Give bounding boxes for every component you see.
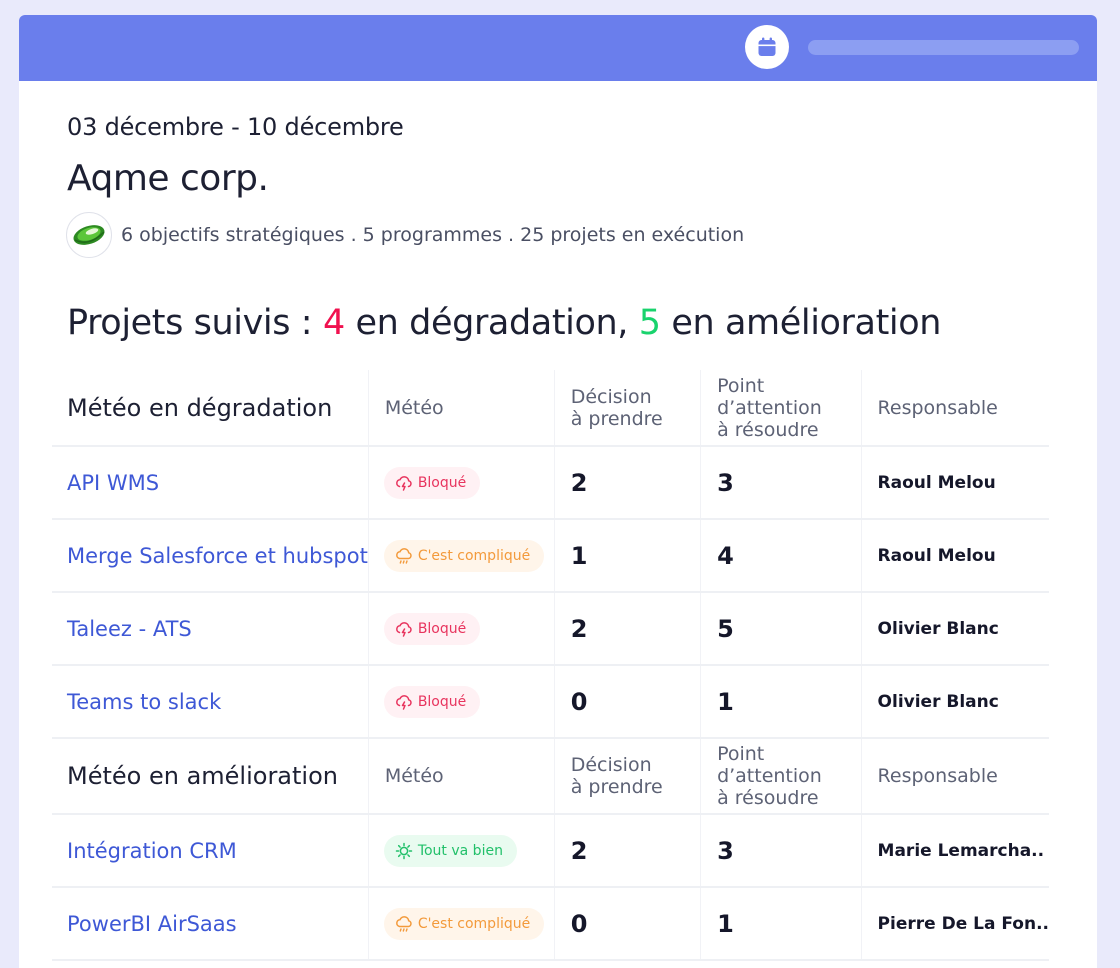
improvement-header-row: Météo en amélioration Météo Décision à pr… [52, 738, 1049, 815]
attention-point-count: 4 [700, 519, 862, 593]
improvement-count: 5 [638, 303, 661, 343]
owner-column-header: Responsable [860, 370, 1049, 447]
weather-badge-good: Tout va bien [383, 834, 517, 867]
attention-point-count: 1 [700, 887, 862, 961]
owner-column-header: Responsable [860, 738, 1049, 815]
company-summary: 6 objectifs stratégiques . 5 programmes … [66, 212, 744, 258]
attention-point-count: 3 [700, 814, 862, 888]
table-row[interactable]: API WMS Bloqué 2 3 Raoul Melou [52, 446, 1049, 520]
weather-cell: Bloqué [367, 665, 555, 739]
sun-icon [395, 842, 413, 859]
attention-point-column-header: Point d’attention à résoudre [700, 738, 862, 815]
decision-count: 0 [553, 665, 701, 739]
project-link[interactable]: Intégration CRM [52, 814, 369, 888]
decision-count: 2 [553, 814, 701, 888]
meteo-column-header: Météo [367, 738, 555, 815]
rain-cloud-icon [395, 915, 412, 932]
project-link[interactable]: PowerBI AirSaas [52, 887, 369, 961]
company-logo-icon [73, 225, 105, 245]
owner-name: Pierre De La Fon.. [860, 887, 1049, 961]
weather-badge-complicated: C'est compliqué [383, 907, 545, 940]
decision-column-header: Décision à prendre [553, 370, 701, 447]
company-name: Aqme corp. [67, 158, 269, 199]
decision-count: 2 [553, 592, 701, 666]
attention-point-count: 1 [700, 665, 862, 739]
meteo-column-header: Météo [367, 370, 555, 447]
table-row[interactable]: PowerBI AirSaas C'est compliqué 0 1 Pier… [52, 887, 1049, 961]
headline-improvement-text: en amélioration [660, 303, 942, 343]
headline-degradation-text: en dégradation, [344, 303, 639, 343]
attention-point-column-header: Point d’attention à résoudre [700, 370, 862, 447]
tracked-projects-headline: Projets suivis : 4 en dégradation, 5 en … [67, 303, 941, 343]
project-link[interactable]: Merge Salesforce et hubspot [52, 519, 369, 593]
weather-badge-blocked: Bloqué [383, 685, 481, 718]
weather-cell: Bloqué [367, 446, 555, 520]
table-row[interactable]: Intégration CRM Tout va bien 2 3 Marie L… [52, 814, 1049, 888]
owner-name: Marie Lemarcha.. [860, 814, 1049, 888]
attention-point-count: 3 [700, 446, 862, 520]
degradation-count: 4 [322, 303, 345, 343]
owner-name: Raoul Melou [860, 446, 1049, 520]
calendar-icon [758, 37, 776, 56]
project-link[interactable]: Teams to slack [52, 665, 369, 739]
storm-icon [395, 475, 412, 491]
owner-name: Raoul Melou [860, 519, 1049, 593]
weather-badge-complicated: C'est compliqué [383, 539, 545, 572]
table-row[interactable]: Teams to slack Bloqué 0 1 Olivier Blanc [52, 665, 1049, 739]
degradation-header-row: Météo en dégradation Météo Décision à pre… [52, 370, 1049, 447]
weather-cell: Tout va bien [367, 814, 555, 888]
weather-badge-blocked: Bloqué [383, 612, 481, 645]
report-card: 03 décembre - 10 décembre Aqme corp. 6 o… [19, 15, 1097, 968]
projects-table: Météo en dégradation Météo Décision à pre… [52, 370, 1049, 961]
storm-icon [395, 621, 412, 637]
attention-point-count: 5 [700, 592, 862, 666]
weather-cell: C'est compliqué [367, 519, 555, 593]
owner-name: Olivier Blanc [860, 665, 1049, 739]
project-link[interactable]: API WMS [52, 446, 369, 520]
decision-count: 2 [553, 446, 701, 520]
weather-badge-blocked: Bloqué [383, 466, 481, 499]
decision-column-header: Décision à prendre [553, 738, 701, 815]
calendar-button[interactable] [745, 25, 789, 69]
company-logo [66, 212, 112, 258]
decision-count: 1 [553, 519, 701, 593]
table-row[interactable]: Taleez - ATS Bloqué 2 5 Olivier Blanc [52, 592, 1049, 666]
top-bar [19, 15, 1097, 81]
headline-prefix: Projets suivis : [67, 303, 323, 343]
table-row[interactable]: Merge Salesforce et hubspot C'est compli… [52, 519, 1049, 593]
company-summary-text: 6 objectifs stratégiques . 5 programmes … [121, 224, 745, 246]
date-range: 03 décembre - 10 décembre [67, 113, 404, 141]
storm-icon [395, 694, 412, 710]
rain-cloud-icon [395, 547, 412, 564]
improvement-section-title: Météo en amélioration [52, 738, 369, 815]
owner-name: Olivier Blanc [860, 592, 1049, 666]
project-link[interactable]: Taleez - ATS [52, 592, 369, 666]
decision-count: 0 [553, 887, 701, 961]
degradation-section-title: Météo en dégradation [52, 370, 369, 447]
search-bar-placeholder[interactable] [808, 40, 1079, 55]
weather-cell: C'est compliqué [367, 887, 555, 961]
weather-cell: Bloqué [367, 592, 555, 666]
